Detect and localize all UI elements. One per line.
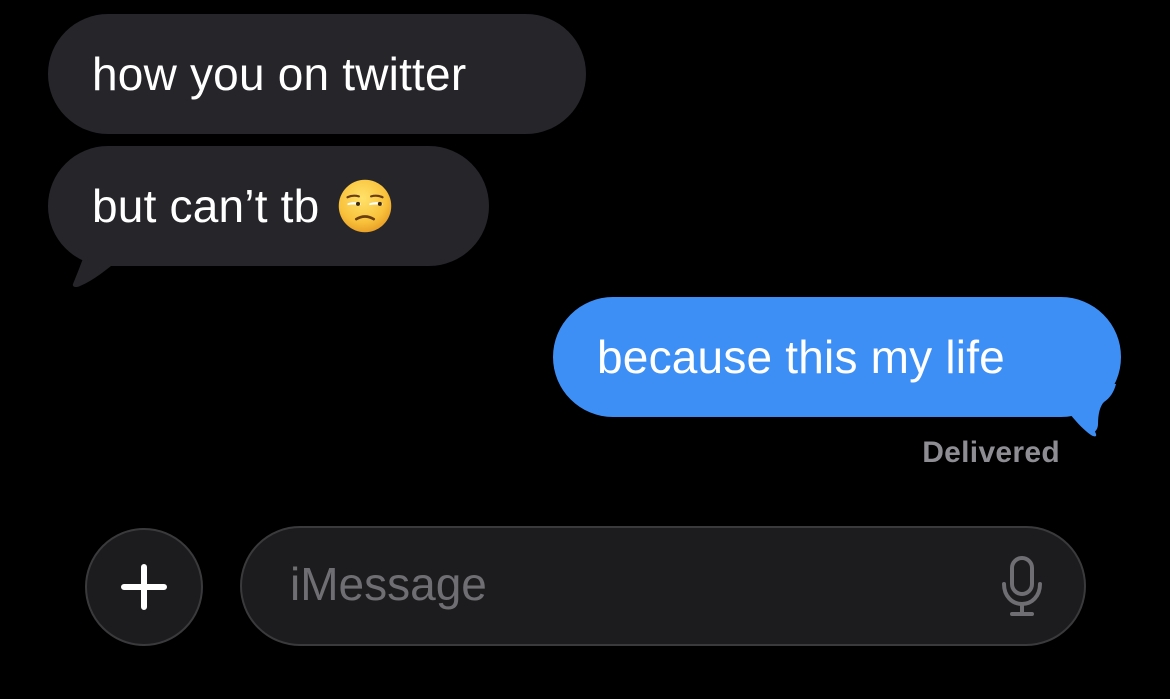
bubble-tail — [72, 240, 116, 288]
outgoing-message-bubble[interactable]: because this my life — [553, 297, 1121, 417]
message-input[interactable]: iMessage — [240, 526, 1086, 646]
plus-icon — [121, 564, 167, 610]
message-input-placeholder: iMessage — [290, 558, 487, 610]
message-text: but can’t tb — [92, 180, 320, 232]
microphone-icon[interactable] — [1000, 556, 1044, 618]
unamused-face-icon — [339, 179, 392, 233]
bubble-tail — [1070, 384, 1116, 437]
message-thread: how you on twitter but can’t tb because … — [0, 0, 1170, 510]
message-text: how you on twitter — [92, 48, 467, 100]
delivery-status: Delivered — [922, 436, 1060, 469]
message-text: because this my life — [597, 331, 1005, 383]
incoming-message-bubble[interactable]: how you on twitter — [48, 14, 586, 134]
add-attachment-button[interactable] — [85, 528, 203, 646]
message-composer: iMessage — [0, 520, 1170, 660]
